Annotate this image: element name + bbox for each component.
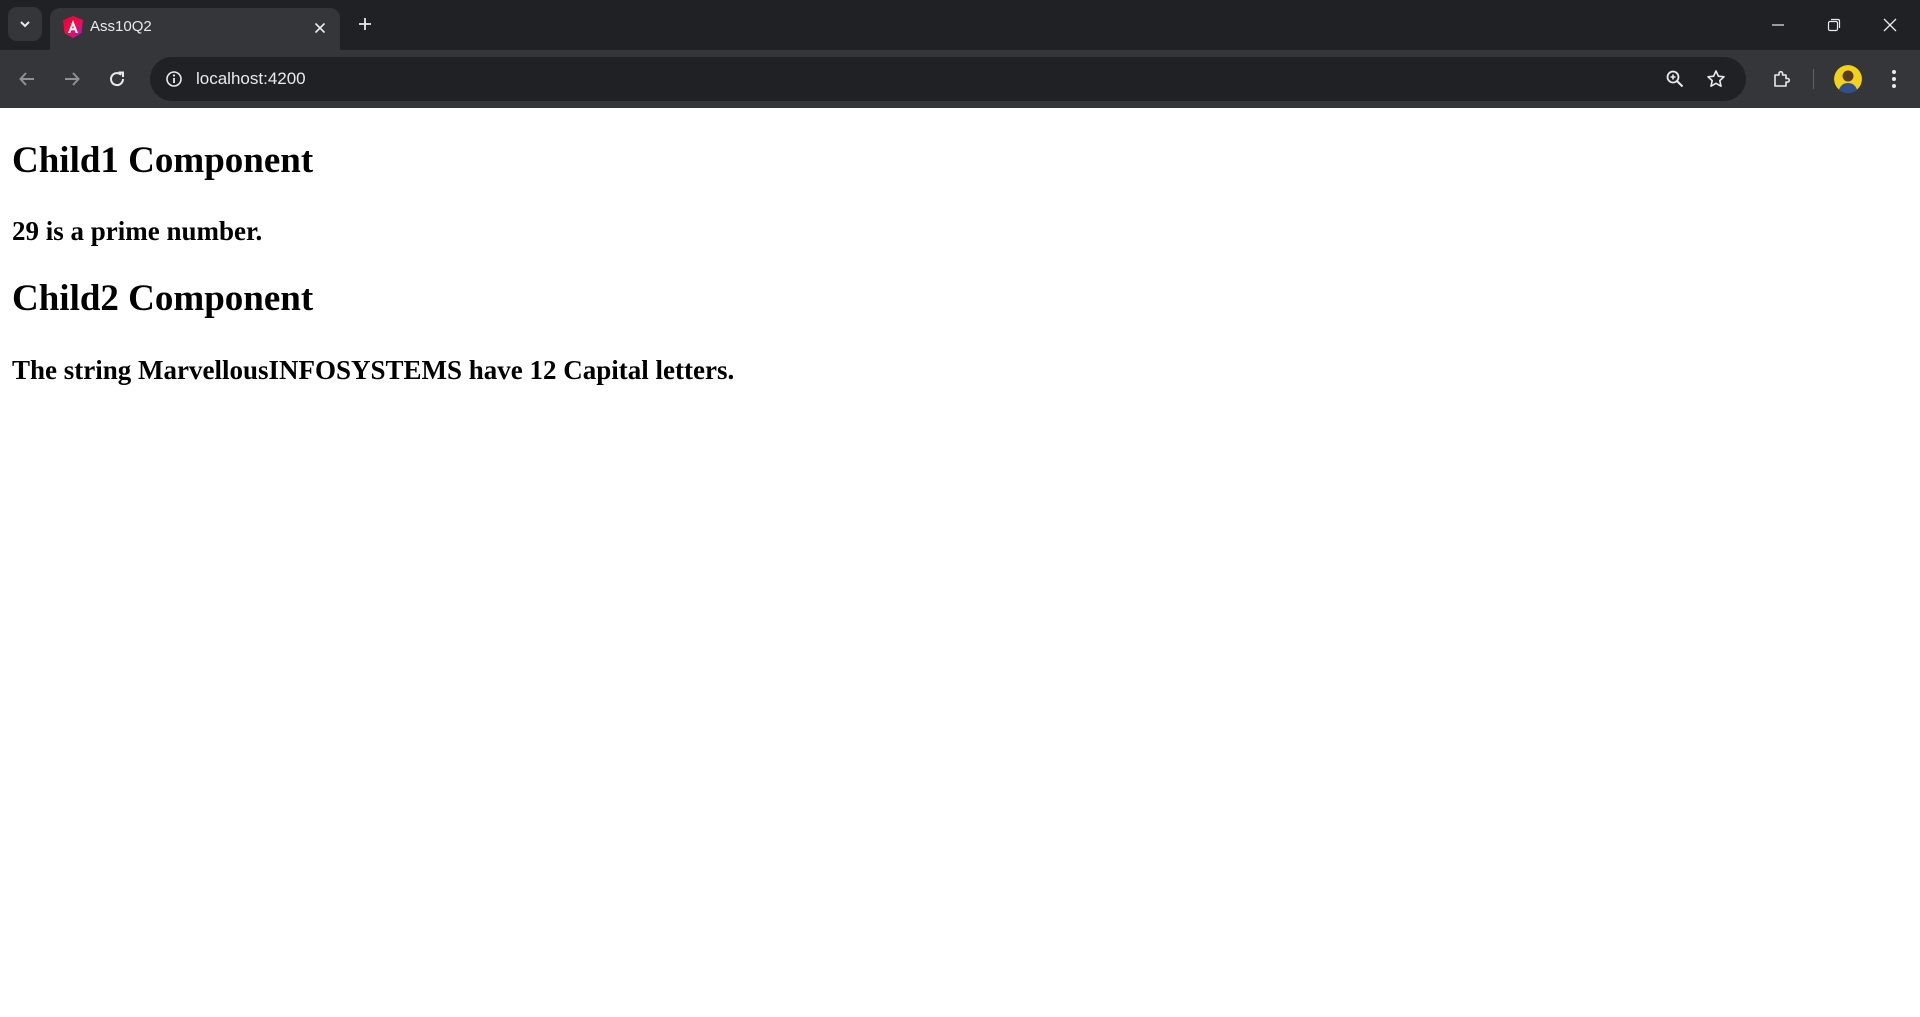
avatar[interactable]: [1834, 65, 1862, 93]
chevron-down-icon: [20, 21, 30, 28]
child2-heading: Child2 Component: [12, 278, 314, 319]
zoom-button[interactable]: [1661, 65, 1689, 93]
address-bar[interactable]: localhost:4200: [150, 57, 1746, 101]
child1-message: 29 is a prime number.: [12, 216, 263, 246]
browser-tab[interactable]: Ass10Q2: [50, 8, 340, 50]
bookmark-button[interactable]: [1702, 65, 1730, 93]
child1-heading: Child1 Component: [12, 140, 314, 181]
close-icon: [1883, 18, 1897, 32]
back-button[interactable]: [9, 61, 45, 97]
plus-icon: [359, 18, 371, 30]
restore-button[interactable]: [1806, 0, 1862, 50]
site-info-button[interactable]: [160, 65, 188, 93]
browser-toolbar: localhost:4200: [0, 50, 1920, 108]
info-icon: [166, 71, 182, 87]
child2-message: The string MarvellousINFOSYSTEMS have 12…: [12, 355, 735, 385]
puzzle-icon: [1774, 70, 1791, 87]
tab-close-button[interactable]: [308, 16, 332, 40]
minimize-icon: [1772, 24, 1784, 26]
url-text[interactable]: localhost:4200: [196, 69, 306, 89]
profile-avatar-icon: [1834, 65, 1862, 93]
minimize-button[interactable]: [1750, 0, 1806, 50]
tab-strip: Ass10Q2: [0, 0, 1920, 50]
forward-button[interactable]: [54, 61, 90, 97]
reload-button[interactable]: [99, 61, 135, 97]
page-content: Child1 Component 29 is a prime number. C…: [0, 108, 1920, 1017]
kebab-menu-icon: [1892, 70, 1896, 88]
browser-window: Ass10Q2 localhost:4200 Child1 Component …: [0, 0, 1920, 1017]
browser-menu-button[interactable]: [1876, 61, 1912, 97]
tab-title: Ass10Q2: [90, 18, 152, 35]
star-icon: [1707, 70, 1725, 87]
tab-search-button[interactable]: [8, 7, 42, 41]
reload-icon: [110, 71, 125, 87]
zoom-in-icon: [1666, 70, 1684, 88]
close-window-button[interactable]: [1862, 0, 1918, 50]
toolbar-divider: [1813, 69, 1814, 89]
extensions-button[interactable]: [1764, 61, 1800, 97]
arrow-right-icon: [65, 72, 80, 86]
new-tab-button[interactable]: [351, 10, 379, 38]
restore-icon: [1827, 18, 1841, 32]
arrow-left-icon: [19, 72, 34, 86]
close-icon: [314, 22, 326, 34]
angular-icon: [63, 16, 83, 38]
